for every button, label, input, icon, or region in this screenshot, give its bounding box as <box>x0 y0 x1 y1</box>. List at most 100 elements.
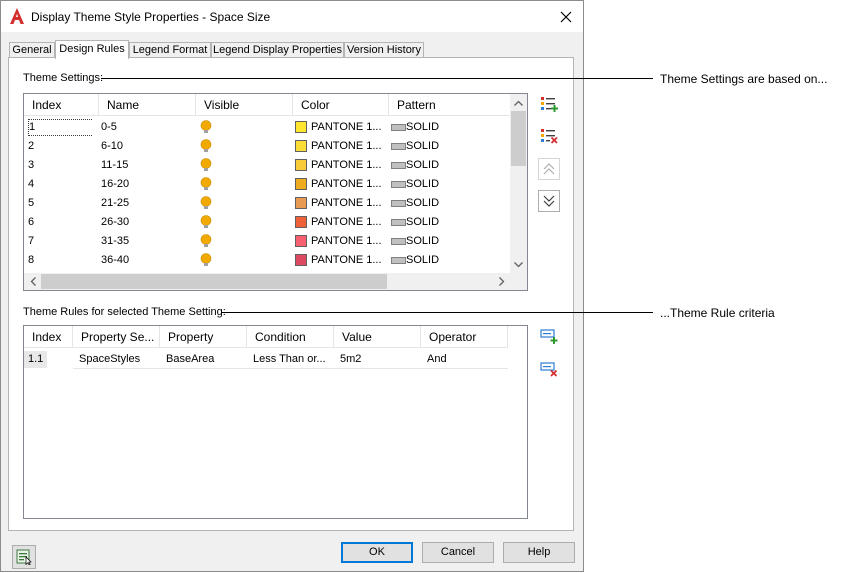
table-row[interactable]: 3 11-15 PANTONE 1... SOLID <box>24 156 510 175</box>
hscroll-thumb[interactable] <box>41 274 387 289</box>
setting-pattern[interactable]: SOLID <box>389 213 510 232</box>
tab-legend-display-properties[interactable]: Legend Display Properties <box>211 42 344 58</box>
add-list-icon <box>541 97 558 112</box>
style-browser-button[interactable] <box>12 545 36 569</box>
theme-settings-vscrollbar[interactable] <box>510 94 527 273</box>
help-button[interactable]: Help <box>503 542 575 563</box>
setting-index[interactable]: 3 <box>26 156 92 175</box>
tab-general[interactable]: General <box>9 42 55 58</box>
setting-visible[interactable] <box>196 156 293 175</box>
setting-pattern[interactable]: SOLID <box>389 118 510 137</box>
rule-property[interactable]: BaseArea <box>160 350 247 369</box>
table-row[interactable]: 5 21-25 PANTONE 1... SOLID <box>24 194 510 213</box>
setting-pattern[interactable]: SOLID <box>389 251 510 270</box>
setting-name[interactable]: 6-10 <box>99 137 196 156</box>
col-header-operator[interactable]: Operator <box>421 326 508 348</box>
setting-color[interactable]: PANTONE 1... <box>293 251 389 270</box>
setting-visible[interactable] <box>196 118 293 137</box>
setting-color[interactable]: PANTONE 1... <box>293 213 389 232</box>
table-row[interactable]: 6 26-30 PANTONE 1... SOLID <box>24 213 510 232</box>
theme-rules-grid: Index Property Se... Property Condition … <box>23 325 528 519</box>
theme-settings-hscrollbar[interactable] <box>24 273 510 290</box>
rule-condition[interactable]: Less Than or... <box>247 350 334 369</box>
col-header-value[interactable]: Value <box>334 326 421 348</box>
setting-visible[interactable] <box>196 137 293 156</box>
table-row[interactable]: 8 36-40 PANTONE 1... SOLID <box>24 251 510 270</box>
setting-pattern[interactable]: SOLID <box>389 137 510 156</box>
setting-pattern[interactable]: SOLID <box>389 175 510 194</box>
color-swatch <box>295 140 307 152</box>
scroll-left-arrow[interactable] <box>24 273 41 290</box>
tab-design-rules[interactable]: Design Rules <box>55 40 129 59</box>
setting-color[interactable]: PANTONE 1... <box>293 232 389 251</box>
scroll-right-arrow[interactable] <box>493 273 510 290</box>
setting-index[interactable]: 2 <box>26 137 92 156</box>
close-icon <box>560 11 572 22</box>
chevron-left-icon <box>30 277 36 286</box>
col-header-rule-index[interactable]: Index <box>24 326 73 348</box>
setting-index[interactable]: 7 <box>26 232 92 251</box>
col-header-color[interactable]: Color <box>293 94 389 116</box>
setting-visible[interactable] <box>196 232 293 251</box>
setting-pattern[interactable]: SOLID <box>389 194 510 213</box>
color-swatch <box>295 121 307 133</box>
table-row[interactable]: 1.1 SpaceStyles BaseArea Less Than or...… <box>24 350 508 369</box>
setting-index[interactable]: 4 <box>26 175 92 194</box>
setting-visible[interactable] <box>196 251 293 270</box>
setting-index[interactable]: 1 <box>26 118 92 137</box>
move-up-button[interactable] <box>538 158 560 180</box>
col-header-pattern[interactable]: Pattern <box>389 94 510 116</box>
setting-visible[interactable] <box>196 194 293 213</box>
tab-legend-format[interactable]: Legend Format <box>129 42 211 58</box>
setting-name[interactable]: 31-35 <box>99 232 196 251</box>
setting-visible[interactable] <box>196 213 293 232</box>
table-row[interactable]: 4 16-20 PANTONE 1... SOLID <box>24 175 510 194</box>
setting-name[interactable]: 16-20 <box>99 175 196 194</box>
theme-style-properties-dialog: Display Theme Style Properties - Space S… <box>0 0 584 572</box>
setting-index[interactable]: 5 <box>26 194 92 213</box>
col-header-index[interactable]: Index <box>24 94 99 116</box>
rule-operator[interactable]: And <box>421 350 508 369</box>
remove-theme-setting-button[interactable] <box>538 125 560 147</box>
scroll-down-arrow[interactable] <box>510 256 527 273</box>
add-theme-rule-button[interactable] <box>538 325 560 347</box>
col-header-condition[interactable]: Condition <box>247 326 334 348</box>
setting-color[interactable]: PANTONE 1... <box>293 118 389 137</box>
setting-name[interactable]: 0-5 <box>99 118 196 137</box>
color-swatch <box>295 197 307 209</box>
setting-name[interactable]: 26-30 <box>99 213 196 232</box>
setting-color[interactable]: PANTONE 1... <box>293 194 389 213</box>
table-row[interactable]: 1 0-5 PANTONE 1... SOLID <box>24 118 510 137</box>
add-theme-setting-button[interactable] <box>538 93 560 115</box>
table-row[interactable]: 7 31-35 PANTONE 1... SOLID <box>24 232 510 251</box>
close-button[interactable] <box>549 1 583 32</box>
setting-index[interactable]: 8 <box>26 251 92 270</box>
vscroll-thumb[interactable] <box>511 111 526 166</box>
setting-visible[interactable] <box>196 175 293 194</box>
setting-pattern[interactable]: SOLID <box>389 156 510 175</box>
setting-color[interactable]: PANTONE 1... <box>293 175 389 194</box>
scroll-up-arrow[interactable] <box>510 94 527 111</box>
setting-name[interactable]: 36-40 <box>99 251 196 270</box>
col-header-property[interactable]: Property <box>160 326 247 348</box>
col-header-name[interactable]: Name <box>99 94 196 116</box>
setting-pattern[interactable]: SOLID <box>389 232 510 251</box>
remove-theme-rule-button[interactable] <box>538 358 560 380</box>
setting-color[interactable]: PANTONE 1... <box>293 156 389 175</box>
tab-version-history[interactable]: Version History <box>344 42 424 58</box>
table-row[interactable]: 2 6-10 PANTONE 1... SOLID <box>24 137 510 156</box>
col-header-property-set[interactable]: Property Se... <box>73 326 160 348</box>
rule-property-set[interactable]: SpaceStyles <box>73 350 160 369</box>
col-header-visible[interactable]: Visible <box>196 94 293 116</box>
setting-name[interactable]: 21-25 <box>99 194 196 213</box>
add-rule-icon <box>540 329 558 344</box>
scroll-corner <box>510 273 527 290</box>
setting-name[interactable]: 11-15 <box>99 156 196 175</box>
cancel-button[interactable]: Cancel <box>422 542 494 563</box>
ok-button[interactable]: OK <box>341 542 413 563</box>
move-down-button[interactable] <box>538 190 560 212</box>
remove-rule-icon <box>540 362 558 377</box>
setting-index[interactable]: 6 <box>26 213 92 232</box>
rule-value[interactable]: 5m2 <box>334 350 421 369</box>
setting-color[interactable]: PANTONE 1... <box>293 137 389 156</box>
